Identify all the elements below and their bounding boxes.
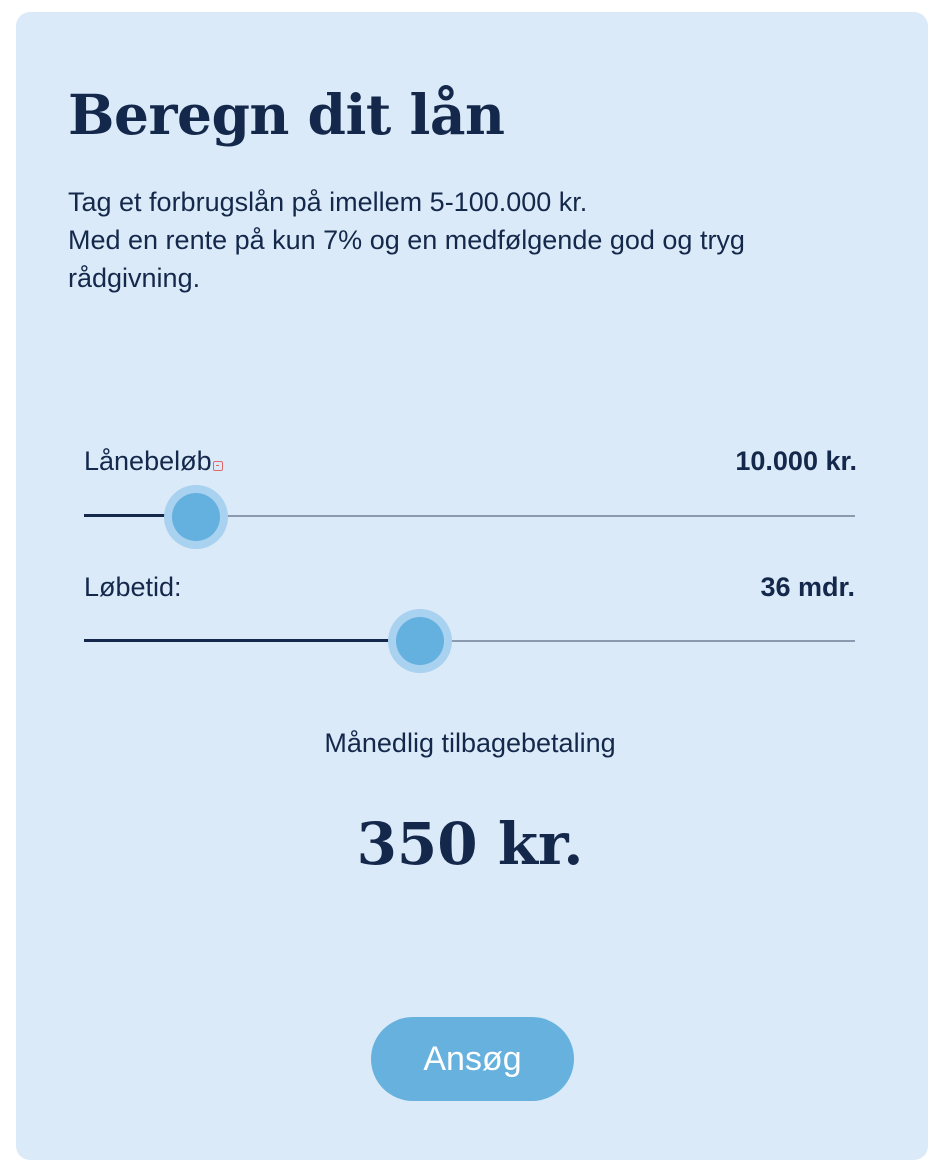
- loan-amount-thumb[interactable]: [164, 485, 228, 549]
- description-line-1: Tag et forbrugslån på imellem 5-100.000 …: [68, 187, 588, 217]
- term-value: 36 mdr.: [760, 572, 855, 602]
- description-line-2: Med en rente på kun 7% og en medfølgende…: [68, 225, 745, 293]
- loan-amount-label: Lånebeløb: [84, 446, 212, 476]
- loan-amount-value: 10.000 kr.: [735, 446, 857, 476]
- term-thumb[interactable]: [388, 609, 452, 673]
- loan-amount-label-wrap: Lånebeløb: [84, 446, 223, 477]
- term-fill: [84, 639, 420, 642]
- monthly-payment-label: Månedlig tilbagebetaling: [324, 728, 616, 758]
- calculator-description: Tag et forbrugslån på imellem 5-100.000 …: [68, 183, 858, 297]
- monthly-payment-value: 350 kr.: [356, 810, 584, 878]
- calculator-title: Beregn dit lån: [68, 82, 505, 147]
- term-label: Løbetid:: [84, 572, 182, 602]
- apply-button[interactable]: Ansøg: [371, 1017, 574, 1101]
- edit-marker-icon: [212, 461, 223, 471]
